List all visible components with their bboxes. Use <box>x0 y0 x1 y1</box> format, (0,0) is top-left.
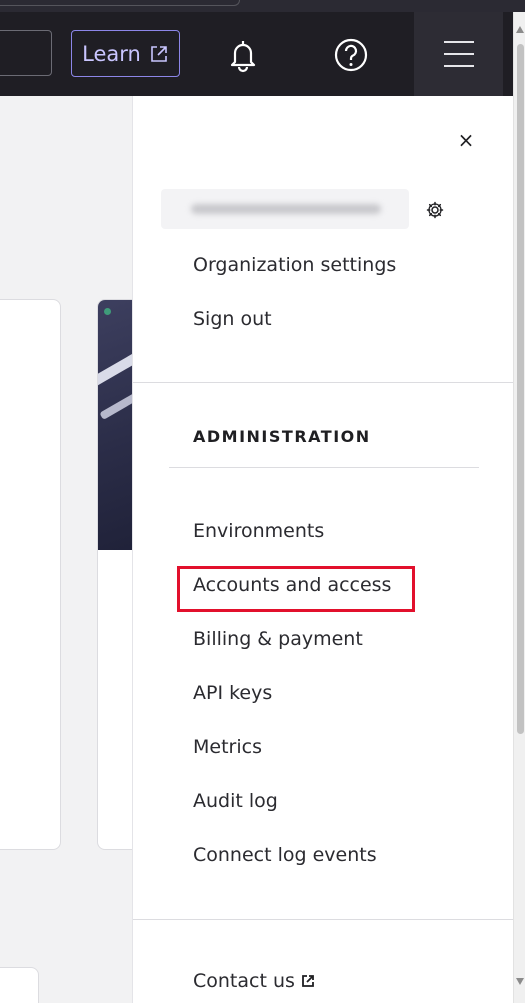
administration-heading: ADMINISTRATION <box>193 427 371 446</box>
illustration-dot <box>104 308 111 315</box>
user-name-blurred <box>161 189 409 229</box>
audit-log-link[interactable]: Audit log <box>193 790 278 812</box>
api-keys-link[interactable]: API keys <box>193 682 272 704</box>
accounts-and-access-link[interactable]: Accounts and access <box>193 574 391 596</box>
background-card <box>0 299 61 850</box>
bell-icon[interactable] <box>224 36 262 74</box>
sign-out-link[interactable]: Sign out <box>193 308 272 330</box>
side-menu-panel: × Organization settings Sign out ADMINIS… <box>132 96 514 1003</box>
billing-payment-link[interactable]: Billing & payment <box>193 628 363 650</box>
browser-tab-edge <box>0 0 240 6</box>
help-icon[interactable] <box>332 36 370 74</box>
gear-icon[interactable] <box>425 200 445 220</box>
page-scrollbar[interactable] <box>513 12 525 1003</box>
contact-us-label: Contact us <box>193 970 295 992</box>
close-icon[interactable]: × <box>456 130 476 150</box>
metrics-link[interactable]: Metrics <box>193 736 262 758</box>
scrollbar-thumb[interactable] <box>517 44 524 734</box>
learn-button[interactable]: Learn <box>71 30 180 77</box>
section-rule <box>169 467 479 468</box>
search-input[interactable] <box>0 30 52 76</box>
hamburger-menu-button[interactable] <box>414 12 503 96</box>
scroll-down-icon[interactable] <box>516 978 524 985</box>
external-link-icon <box>302 975 314 987</box>
top-header: Learn <box>0 12 513 96</box>
scroll-up-icon[interactable] <box>516 26 524 33</box>
background-card <box>0 967 39 1003</box>
section-divider <box>133 919 514 920</box>
browser-tab-strip <box>0 0 525 12</box>
connect-log-events-link[interactable]: Connect log events <box>193 844 377 866</box>
hamburger-line <box>443 65 474 67</box>
organization-settings-link[interactable]: Organization settings <box>193 254 396 276</box>
contact-us-link[interactable]: Contact us <box>193 970 315 992</box>
redacted-user-text <box>191 204 381 214</box>
hamburger-line <box>443 53 474 55</box>
section-divider <box>133 382 514 383</box>
learn-label: Learn <box>82 41 141 66</box>
environments-link[interactable]: Environments <box>193 520 324 542</box>
hamburger-line <box>443 41 474 43</box>
external-link-icon <box>151 45 167 62</box>
